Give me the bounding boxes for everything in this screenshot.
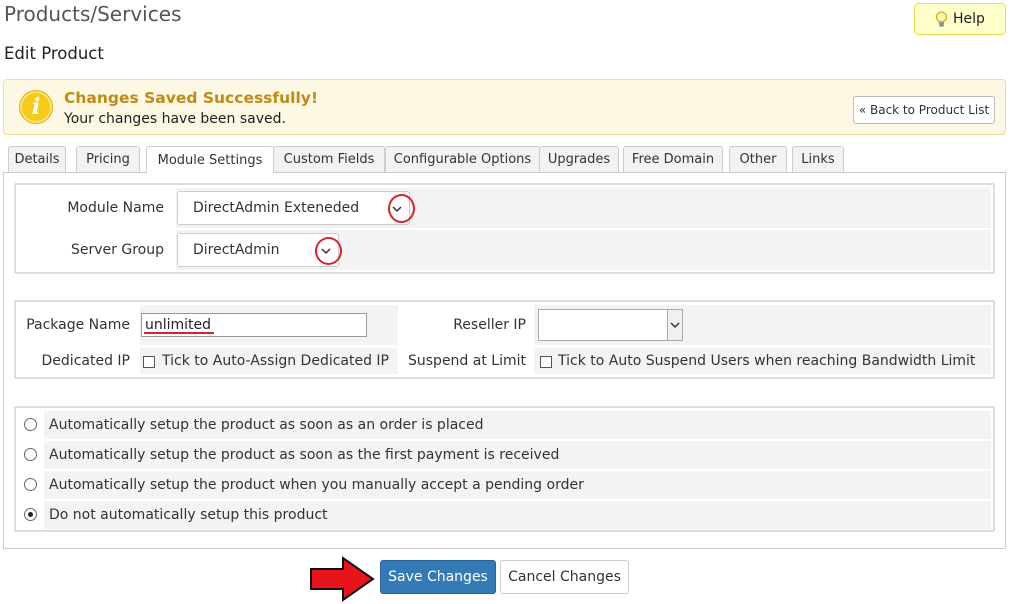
alert-title: Changes Saved Successfully! [64, 89, 318, 107]
setup-label: Automatically setup the product when you… [49, 477, 584, 493]
setup-radio-payment-received[interactable] [24, 448, 37, 461]
tab-links[interactable]: Links [792, 146, 844, 172]
setup-label: Automatically setup the product as soon … [49, 447, 560, 463]
tab-other[interactable]: Other [729, 146, 787, 172]
tab-module-settings[interactable]: Module Settings [146, 146, 274, 173]
lightbulb-icon [936, 11, 948, 27]
reseller-ip-label: Reseller IP [453, 317, 526, 333]
annotation-circle [388, 194, 415, 223]
suspend-checkbox[interactable] [540, 356, 552, 368]
annotation-circle [315, 237, 342, 265]
setup-label: Automatically setup the product as soon … [49, 417, 484, 433]
cancel-changes-button[interactable]: Cancel Changes [500, 560, 629, 594]
suspend-label: Suspend at Limit [408, 353, 526, 369]
success-alert: i Changes Saved Successfully! Your chang… [3, 79, 1006, 135]
save-changes-button[interactable]: Save Changes [380, 560, 496, 594]
tab-details[interactable]: Details [8, 146, 66, 172]
tab-custom-fields[interactable]: Custom Fields [273, 146, 385, 172]
back-to-product-list-button[interactable]: « Back to Product List [853, 96, 995, 124]
dedicated-ip-checkbox[interactable] [143, 356, 155, 368]
setup-radio-order-placed[interactable] [24, 418, 37, 431]
module-name-value: DirectAdmin Exteneded [193, 200, 360, 216]
help-button[interactable]: Help [914, 3, 1006, 35]
module-name-label: Module Name [18, 188, 164, 228]
page-title: Products/Services [4, 2, 182, 26]
tab-upgrades[interactable]: Upgrades [539, 146, 619, 172]
setup-radio-manual-accept[interactable] [24, 478, 37, 491]
server-group-value: DirectAdmin [193, 242, 280, 258]
tab-free-domain[interactable]: Free Domain [623, 146, 723, 172]
module-settings-box: Module Name Server Group [14, 183, 995, 274]
annotation-underline [144, 332, 214, 334]
page-subtitle: Edit Product [4, 44, 104, 63]
dropdown-arrow [667, 310, 682, 340]
server-group-label: Server Group [18, 230, 164, 270]
red-arrow-icon [310, 556, 375, 602]
dedicated-ip-label: Dedicated IP [41, 353, 130, 369]
tab-configurable-options[interactable]: Configurable Options [385, 146, 540, 172]
help-label: Help [953, 11, 985, 27]
suspend-text: Tick to Auto Suspend Users when reaching… [558, 353, 976, 369]
tab-pricing[interactable]: Pricing [76, 146, 140, 172]
chevron-down-icon [670, 322, 680, 329]
setup-radio-no-auto[interactable] [24, 508, 37, 521]
setup-label: Do not automatically setup this product [49, 507, 328, 523]
dedicated-ip-text: Tick to Auto-Assign Dedicated IP [162, 353, 390, 369]
module-name-select[interactable]: DirectAdmin Exteneded [177, 191, 410, 225]
package-name-label: Package Name [26, 317, 130, 333]
alert-message: Your changes have been saved. [64, 111, 286, 127]
reseller-ip-select[interactable] [538, 309, 683, 341]
info-icon: i [20, 91, 52, 123]
